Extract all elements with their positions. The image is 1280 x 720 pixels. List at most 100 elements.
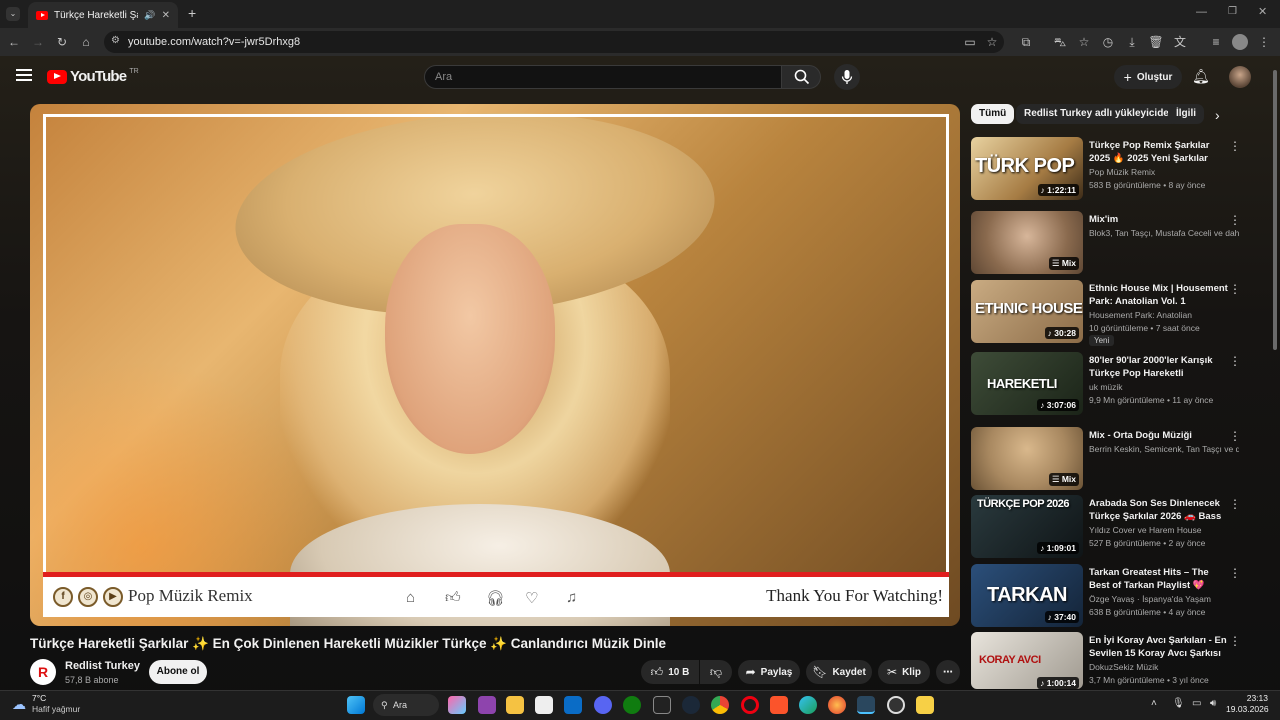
recommendation-channel[interactable]: Housement Park: Anatolian	[1089, 310, 1239, 320]
chip-from-uploader[interactable]: Redlist Turkey adlı yükleyiciden	[1016, 104, 1183, 124]
app-icon-yellow[interactable]	[916, 696, 934, 714]
taskbar-search[interactable]: ⚲ Ara	[373, 694, 439, 716]
recommendation-thumbnail[interactable]: ☰ Mix	[971, 211, 1083, 274]
clock[interactable]: 23:13 19.03.2026	[1226, 693, 1269, 715]
scrollbar-thumb[interactable]	[1273, 70, 1277, 350]
recommendation-channel[interactable]: DokuzSekiz Müzik	[1089, 662, 1239, 672]
recommendation-thumbnail[interactable]: KORAY AVCI ♪ 1:00:14	[971, 632, 1083, 689]
like-button[interactable]: 👍︎ 10 B	[641, 660, 699, 684]
list-item[interactable]: TÜRK POP ♪ 1:22:11 Türkçe Pop Remix Şark…	[971, 137, 1251, 201]
outlook-icon[interactable]	[564, 696, 582, 714]
list-item[interactable]: KORAY AVCI ♪ 1:00:14 En İyi Koray Avcı Ş…	[971, 632, 1251, 696]
tray-chevron-icon[interactable]: ˄	[1151, 698, 1157, 709]
list-item[interactable]: TARKAN ♪ 37:40 Tarkan Greatest Hits – Th…	[971, 564, 1251, 628]
history-icon[interactable]: ◷	[1100, 34, 1116, 50]
recommendation-thumbnail[interactable]: ☰ Mix	[971, 427, 1083, 490]
bookmark-star-icon[interactable]: ☆	[984, 34, 1000, 50]
translate-icon[interactable]: 文	[1172, 34, 1188, 50]
more-vertical-icon[interactable]: ⋮	[1229, 139, 1241, 153]
app-icon-purple[interactable]	[478, 696, 496, 714]
browser-tab[interactable]: Türkçe Hareketli Şarkılar ✨ 🔊 ✕	[28, 2, 178, 28]
file-explorer-icon[interactable]	[506, 696, 524, 714]
recommendation-title[interactable]: 80'ler 90'lar 2000'ler Karışık Türkçe Po…	[1089, 354, 1229, 380]
recommendation-thumbnail[interactable]: TARKAN ♪ 37:40	[971, 564, 1083, 627]
recommendation-channel[interactable]: uk müzik	[1089, 382, 1239, 392]
epic-games-icon[interactable]	[653, 696, 671, 714]
notifications-bell-icon[interactable]: 🔔︎	[1192, 68, 1210, 85]
maximize-icon[interactable]: ❐	[1228, 6, 1237, 17]
clip-button[interactable]: ✂ Klip	[878, 660, 930, 684]
more-vertical-icon[interactable]: ⋮	[1229, 497, 1241, 511]
obs-icon[interactable]	[887, 696, 905, 714]
back-icon[interactable]: ←	[6, 34, 22, 50]
download-icon[interactable]: ⤓	[1124, 34, 1140, 50]
channel-avatar[interactable]: R	[30, 659, 56, 685]
more-vertical-icon[interactable]: ⋮	[1229, 429, 1241, 443]
list-item[interactable]: TÜRKÇE POP 2026 ♪ 1:09:01 Arabada Son Se…	[971, 495, 1251, 559]
more-vertical-icon[interactable]: ⋮	[1229, 282, 1241, 296]
minimize-icon[interactable]: —	[1196, 6, 1207, 18]
extensions-icon[interactable]: ⧉	[1018, 34, 1034, 50]
search-button[interactable]	[781, 65, 821, 89]
chips-next-chevron-icon[interactable]: ›	[1215, 107, 1220, 123]
subscribe-button[interactable]: Abone ol	[149, 660, 207, 684]
reading-list-icon[interactable]: ≡	[1208, 34, 1224, 50]
save-button[interactable]: 🔖︎ Kaydet	[806, 660, 872, 684]
steam-active-icon[interactable]	[857, 696, 875, 714]
recommendation-channel[interactable]: Yıldız Cover ve Harem House	[1089, 525, 1239, 535]
list-item[interactable]: ☰ Mix Mix - Orta Doğu Müziği Berrin Kesk…	[971, 427, 1251, 491]
browser-menu-icon[interactable]: ⋮	[1256, 34, 1272, 50]
firefox-icon[interactable]	[828, 696, 846, 714]
recommendation-thumbnail[interactable]: HAREKETLI ♪ 3:07:06	[971, 352, 1083, 415]
share-button[interactable]: ➦ Paylaş	[738, 660, 800, 684]
speaker-icon[interactable]: 🔊	[144, 10, 155, 21]
recommendation-thumbnail[interactable]: ETHNIC HOUSE ♪ 30:28	[971, 280, 1083, 343]
more-vertical-icon[interactable]: ⋮	[1229, 213, 1241, 227]
network-icon[interactable]: ▭	[1192, 698, 1201, 709]
site-info-icon[interactable]: ⚙	[111, 35, 120, 46]
recommendation-title[interactable]: Mix'im	[1089, 213, 1229, 226]
tab-close-icon[interactable]: ✕	[162, 10, 170, 21]
recommendation-title[interactable]: Tarkan Greatest Hits – The Best of Tarka…	[1089, 566, 1229, 592]
address-bar[interactable]: ⚙ youtube.com/watch?v=-jwr5Drhxg8	[104, 31, 1004, 53]
account-avatar[interactable]	[1229, 66, 1251, 88]
volume-icon[interactable]: 🔊︎	[1210, 698, 1216, 709]
trash-icon[interactable]: 🗑	[1148, 34, 1164, 50]
dislike-button[interactable]: 👎︎	[700, 660, 732, 684]
chip-related[interactable]: İlgili	[1168, 104, 1204, 124]
tab-search-dropdown-icon[interactable]: ⌄	[6, 7, 20, 21]
close-window-icon[interactable]: ✕	[1258, 5, 1267, 18]
create-button[interactable]: + Oluştur	[1114, 65, 1182, 89]
xbox-icon[interactable]	[623, 696, 641, 714]
favorites-icon[interactable]: ☆	[1076, 34, 1092, 50]
windows-start-icon[interactable]	[347, 696, 365, 714]
edge-icon[interactable]	[799, 696, 817, 714]
list-item[interactable]: HAREKETLI ♪ 3:07:06 80'ler 90'lar 2000'l…	[971, 352, 1251, 416]
profile-avatar-icon[interactable]	[1232, 34, 1248, 50]
more-vertical-icon[interactable]: ⋮	[1229, 566, 1241, 580]
more-actions-button[interactable]: ⋯	[936, 660, 960, 684]
microphone-tray-icon[interactable]: 🎙︎	[1172, 698, 1185, 709]
brave-icon[interactable]	[770, 696, 788, 714]
youtube-logo[interactable]: YouTube TR	[47, 68, 139, 85]
recommendation-title[interactable]: Ethnic House Mix | Housement Park: Anato…	[1089, 282, 1229, 308]
chrome-icon[interactable]	[711, 696, 729, 714]
recommendation-title[interactable]: Arabada Son Ses Dinlenecek Türkçe Şarkıl…	[1089, 497, 1229, 523]
video-player[interactable]: f ◎ ▶ Pop Müzik Remix ⌂ 👍︎ 🎧︎ ♡ ♫ Thank …	[30, 104, 960, 626]
voice-search-button[interactable]	[834, 64, 860, 90]
recommendation-thumbnail[interactable]: TÜRK POP ♪ 1:22:11	[971, 137, 1083, 200]
recommendation-title[interactable]: Türkçe Pop Remix Şarkılar 2025 🔥 2025 Ye…	[1089, 139, 1229, 165]
more-vertical-icon[interactable]: ⋮	[1229, 354, 1241, 368]
opera-icon[interactable]	[741, 696, 759, 714]
home-icon[interactable]: ⌂	[78, 34, 94, 50]
more-vertical-icon[interactable]: ⋮	[1229, 634, 1241, 648]
chip-all[interactable]: Tümü	[971, 104, 1015, 124]
channel-name[interactable]: Redlist Turkey	[65, 660, 140, 672]
recommendation-title[interactable]: En İyi Koray Avcı Şarkıları - En Sevilen…	[1089, 634, 1229, 660]
new-tab-icon[interactable]: +	[188, 5, 196, 21]
cast-icon[interactable]: ▭	[962, 34, 978, 50]
forward-icon[interactable]: →	[30, 34, 46, 50]
recommendation-thumbnail[interactable]: TÜRKÇE POP 2026 ♪ 1:09:01	[971, 495, 1083, 558]
weather-widget[interactable]: ☁ 7°C Hafif yağmur	[12, 693, 80, 715]
store-icon[interactable]	[535, 696, 553, 714]
